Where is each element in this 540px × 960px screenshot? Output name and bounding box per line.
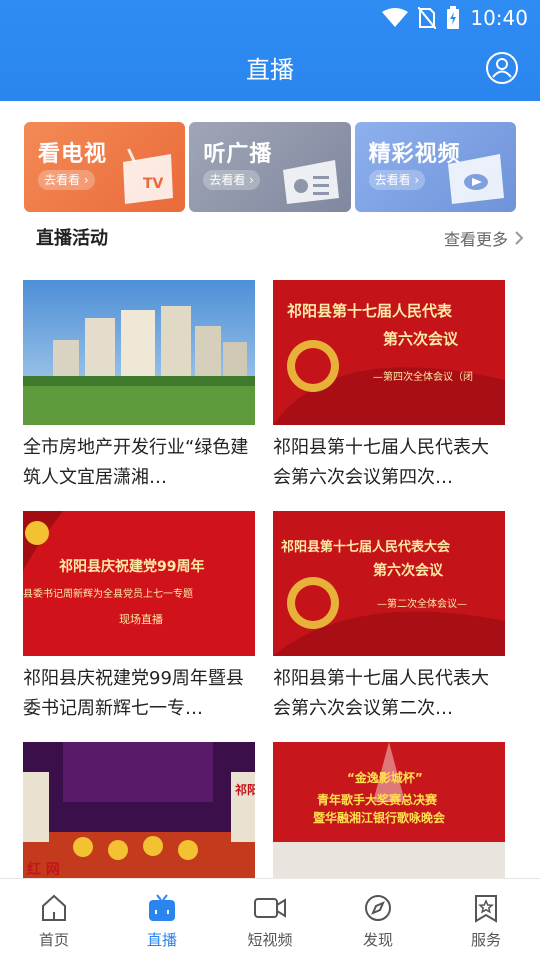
svg-text:暨华融湘江银行歌咏晚会: 暨华融湘江银行歌咏晚会 — [313, 810, 446, 825]
radio-icon — [282, 160, 339, 204]
tv-icon: TV — [123, 148, 174, 204]
live-card-1[interactable]: 全市房地产开发行业“绿色建筑人文宜居潇湘… — [23, 280, 255, 493]
live-card-5[interactable]: 祁阳 红 网 — [23, 742, 255, 887]
clock: 10:40 — [470, 6, 528, 30]
svg-text:现场直播: 现场直播 — [119, 612, 163, 626]
svg-text:青年歌手大奖赛总决赛: 青年歌手大奖赛总决赛 — [317, 792, 438, 807]
svg-text:祁阳县庆祝建党99周年: 祁阳县庆祝建党99周年 — [59, 558, 204, 575]
svg-text:—第二次全体会议—: —第二次全体会议— — [377, 597, 467, 610]
bottom-tab-bar: 首页 直播 短视频 发现 服务 — [0, 878, 540, 960]
battery-charging-icon — [447, 6, 460, 29]
status-icons: 10:40 — [382, 4, 528, 32]
tile-tv-title: 看电视 — [38, 142, 108, 167]
tab-label-discover: 发现 — [362, 931, 393, 949]
no-sim-icon — [418, 7, 437, 29]
user-icon — [492, 58, 512, 78]
app-header: 10:40 直播 — [0, 0, 540, 101]
tab-label-home: 首页 — [38, 931, 69, 949]
tile-radio[interactable]: 听广播 去看看 › — [189, 122, 351, 212]
svg-text:县委书记周新辉为全县党员上七一专题: 县委书记周新辉为全县党员上七一专题 — [23, 587, 193, 600]
video-play-icon — [447, 154, 504, 204]
tab-label-live: 直播 — [146, 931, 177, 949]
tab-label-short-video: 短视频 — [247, 931, 293, 949]
chevron-right-icon — [515, 231, 524, 245]
tile-tv-go-button[interactable]: 去看看 › — [38, 170, 95, 190]
page-title: 直播 — [246, 56, 294, 84]
tab-home[interactable]: 首页 — [0, 879, 108, 960]
svg-text:—第四次全体会议（闭: —第四次全体会议（闭 — [373, 370, 473, 383]
category-tiles: 看电视 去看看 › TV 听广播 去看看 › 精彩视频 去看看 › — [24, 122, 516, 212]
live-card-2[interactable]: 祁阳县第十七届人民代表 第六次会议 —第四次全体会议（闭 祁阳县第十七届人民代表… — [273, 280, 505, 493]
live-card-thumbnail[interactable]: “金逸影城杯” 青年歌手大奖赛总决赛 暨华融湘江银行歌咏晚会 — [273, 742, 505, 887]
live-card-3[interactable]: 祁阳县庆祝建党99周年 县委书记周新辉为全县党员上七一专题 现场直播 祁阳县庆祝… — [23, 511, 255, 724]
live-card-title: 祁阳县第十七届人民代表大会第六次会议第二次… — [273, 668, 489, 719]
live-card-6[interactable]: “金逸影城杯” 青年歌手大奖赛总决赛 暨华融湘江银行歌咏晚会 — [273, 742, 505, 887]
tab-services[interactable]: 服务 — [432, 879, 540, 960]
live-card-thumbnail[interactable] — [23, 280, 255, 425]
live-card-title: 祁阳县庆祝建党99周年暨县委书记周新辉七一专… — [23, 668, 244, 719]
svg-text:TV: TV — [143, 176, 164, 192]
tab-label-services: 服务 — [470, 931, 501, 949]
live-card-4[interactable]: 祁阳县第十七届人民代表大会 第六次会议 —第二次全体会议— 祁阳县第十七届人民代… — [273, 511, 505, 724]
live-tv-icon — [149, 894, 175, 921]
bookmark-star-icon — [475, 895, 497, 923]
status-bar: 10:40 — [0, 0, 540, 36]
live-card-thumbnail[interactable]: 祁阳县第十七届人民代表大会 第六次会议 —第二次全体会议— — [273, 511, 505, 656]
wifi-icon — [382, 8, 409, 27]
svg-text:祁阳县第十七届人民代表大会: 祁阳县第十七届人民代表大会 — [281, 539, 451, 555]
tile-video[interactable]: 精彩视频 去看看 › — [354, 122, 516, 212]
view-more-label: 查看更多 — [443, 230, 508, 249]
tab-live[interactable]: 直播 — [108, 879, 216, 960]
svg-text:第六次会议: 第六次会议 — [373, 562, 444, 579]
video-camera-icon — [254, 898, 286, 918]
live-card-thumbnail[interactable]: 祁阳县庆祝建党99周年 县委书记周新辉为全县党员上七一专题 现场直播 — [23, 511, 255, 656]
tab-short-video[interactable]: 短视频 — [216, 879, 324, 960]
tile-tv[interactable]: 看电视 去看看 › TV — [24, 122, 186, 212]
tile-radio-go-button[interactable]: 去看看 › — [203, 170, 260, 190]
svg-text:红 网: 红 网 — [27, 861, 60, 878]
tile-video-go-button[interactable]: 去看看 › — [368, 170, 426, 190]
live-card-thumbnail[interactable]: 祁阳 红 网 — [23, 742, 255, 887]
live-card-title: 全市房地产开发行业“绿色建筑人文宜居潇湘… — [23, 437, 249, 488]
compass-icon — [365, 895, 391, 921]
section-title-live-events: 直播活动 — [36, 228, 108, 249]
tab-discover[interactable]: 发现 — [324, 879, 432, 960]
svg-text:第六次会议: 第六次会议 — [383, 330, 459, 348]
svg-text:祁阳: 祁阳 — [235, 782, 255, 797]
live-card-title: 祁阳县第十七届人民代表大会第六次会议第四次… — [273, 437, 489, 488]
svg-text:“金逸影城杯”: “金逸影城杯” — [347, 770, 423, 785]
live-card-thumbnail[interactable]: 祁阳县第十七届人民代表 第六次会议 —第四次全体会议（闭 — [273, 280, 505, 425]
tile-radio-title: 听广播 — [203, 142, 273, 167]
home-icon — [42, 894, 66, 921]
svg-text:祁阳县第十七届人民代表: 祁阳县第十七届人民代表 — [287, 302, 453, 320]
profile-button[interactable] — [486, 52, 518, 84]
view-more-link[interactable]: 查看更多 — [444, 226, 524, 250]
